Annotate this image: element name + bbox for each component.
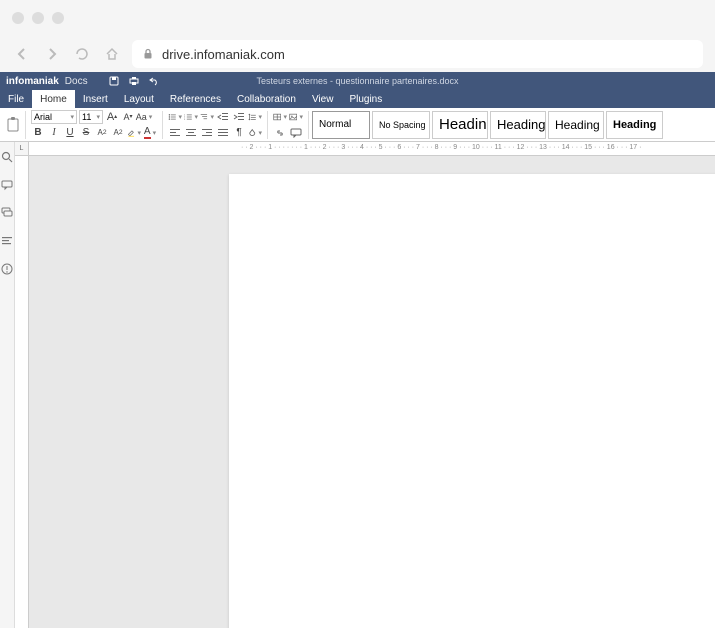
document-title: Testeurs externes - questionnaire parten… (256, 76, 458, 86)
align-left-button[interactable] (168, 126, 182, 140)
menu-insert[interactable]: Insert (75, 90, 116, 108)
underline-button[interactable]: U (63, 126, 77, 140)
paragraph-group: ▾ 123▾ ▾ ▾ ¶ ▾ (166, 108, 264, 141)
justify-button[interactable] (216, 126, 230, 140)
style-no-spacing[interactable]: No Spacing (372, 111, 430, 139)
ruler-corner: L (15, 142, 29, 156)
italic-button[interactable]: I (47, 126, 61, 140)
menu-plugins[interactable]: Plugins (341, 90, 390, 108)
font-color-button[interactable]: A▾ (143, 126, 157, 140)
svg-text:3: 3 (184, 118, 186, 120)
document-area: L · · 2 · · · 1 · · · · · · · 1 · · · 2 … (15, 142, 715, 628)
multilevel-button[interactable]: ▾ (200, 110, 214, 124)
nonprinting-button[interactable]: ¶ (232, 126, 246, 140)
ribbon-toolbar: Arial▾ 11▾ A▴ A▾ Aa▾ B I U S A2 A2 ▾ A▾ (0, 108, 715, 142)
search-icon[interactable] (0, 150, 14, 164)
document-page[interactable] (229, 174, 715, 628)
insert-group: ▾ ▾ (271, 108, 305, 141)
menu-view[interactable]: View (304, 90, 342, 108)
chat-icon[interactable] (0, 206, 14, 220)
font-name-select[interactable]: Arial▾ (31, 110, 77, 124)
bold-button[interactable]: B (31, 126, 45, 140)
menu-layout[interactable]: Layout (116, 90, 162, 108)
comments-icon[interactable] (0, 178, 14, 192)
forward-button[interactable] (42, 44, 62, 64)
reload-button[interactable] (72, 44, 92, 64)
left-sidebar (0, 142, 15, 628)
strikethrough-button[interactable]: S (79, 126, 93, 140)
print-icon[interactable] (128, 75, 140, 87)
font-size-select[interactable]: 11▾ (79, 110, 103, 124)
shading-button[interactable]: ▾ (248, 126, 262, 140)
menu-collaboration[interactable]: Collaboration (229, 90, 304, 108)
superscript-button[interactable]: A2 (95, 126, 109, 140)
back-button[interactable] (12, 44, 32, 64)
app-header: infomaniakDocs Testeurs externes - quest… (0, 72, 715, 90)
workspace: L · · 2 · · · 1 · · · · · · · 1 · · · 2 … (0, 142, 715, 628)
menu-references[interactable]: References (162, 90, 229, 108)
style-heading-1[interactable]: Heading (432, 111, 488, 139)
numbering-button[interactable]: 123▾ (184, 110, 198, 124)
highlight-button[interactable]: ▾ (127, 126, 141, 140)
subscript-button[interactable]: A2 (111, 126, 125, 140)
style-normal[interactable]: Normal (312, 111, 370, 139)
align-center-button[interactable] (184, 126, 198, 140)
align-right-button[interactable] (200, 126, 214, 140)
insert-image-button[interactable]: ▾ (289, 110, 303, 124)
style-heading-2[interactable]: Heading 2 (490, 111, 546, 139)
horizontal-ruler[interactable]: · · 2 · · · 1 · · · · · · · 1 · · · 2 · … (29, 142, 715, 156)
lock-icon (142, 48, 154, 60)
menu-bar: File Home Insert Layout References Colla… (0, 90, 715, 108)
app-brand: infomaniakDocs (6, 76, 88, 87)
headings-icon[interactable] (0, 234, 14, 248)
insert-table-button[interactable]: ▾ (273, 110, 287, 124)
feedback-icon[interactable] (0, 262, 14, 276)
window-close-icon[interactable] (12, 12, 24, 24)
line-spacing-button[interactable]: ▾ (248, 110, 262, 124)
font-group: Arial▾ 11▾ A▴ A▾ Aa▾ B I U S A2 A2 ▾ A▾ (29, 108, 159, 141)
decrease-indent-button[interactable] (216, 110, 230, 124)
url-text: drive.infomaniak.com (162, 47, 285, 62)
url-bar[interactable]: drive.infomaniak.com (132, 40, 703, 68)
undo-icon[interactable] (148, 75, 160, 87)
browser-navbar: drive.infomaniak.com (0, 36, 715, 72)
paste-button[interactable] (4, 110, 22, 140)
decrease-font-button[interactable]: A▾ (121, 110, 135, 124)
change-case-button[interactable]: Aa▾ (137, 110, 151, 124)
insert-link-button[interactable] (273, 126, 287, 140)
page-container[interactable] (29, 156, 715, 628)
save-icon[interactable] (108, 75, 120, 87)
browser-titlebar (0, 0, 715, 36)
bullets-button[interactable]: ▾ (168, 110, 182, 124)
vertical-ruler[interactable] (15, 156, 29, 628)
style-heading-3[interactable]: Heading 3 (548, 111, 604, 139)
menu-file[interactable]: File (0, 90, 32, 108)
insert-comment-button[interactable] (289, 126, 303, 140)
menu-home[interactable]: Home (32, 90, 75, 108)
increase-indent-button[interactable] (232, 110, 246, 124)
home-button[interactable] (102, 44, 122, 64)
window-maximize-icon[interactable] (52, 12, 64, 24)
increase-font-button[interactable]: A▴ (105, 110, 119, 124)
window-minimize-icon[interactable] (32, 12, 44, 24)
style-heading-4[interactable]: Heading (606, 111, 663, 139)
